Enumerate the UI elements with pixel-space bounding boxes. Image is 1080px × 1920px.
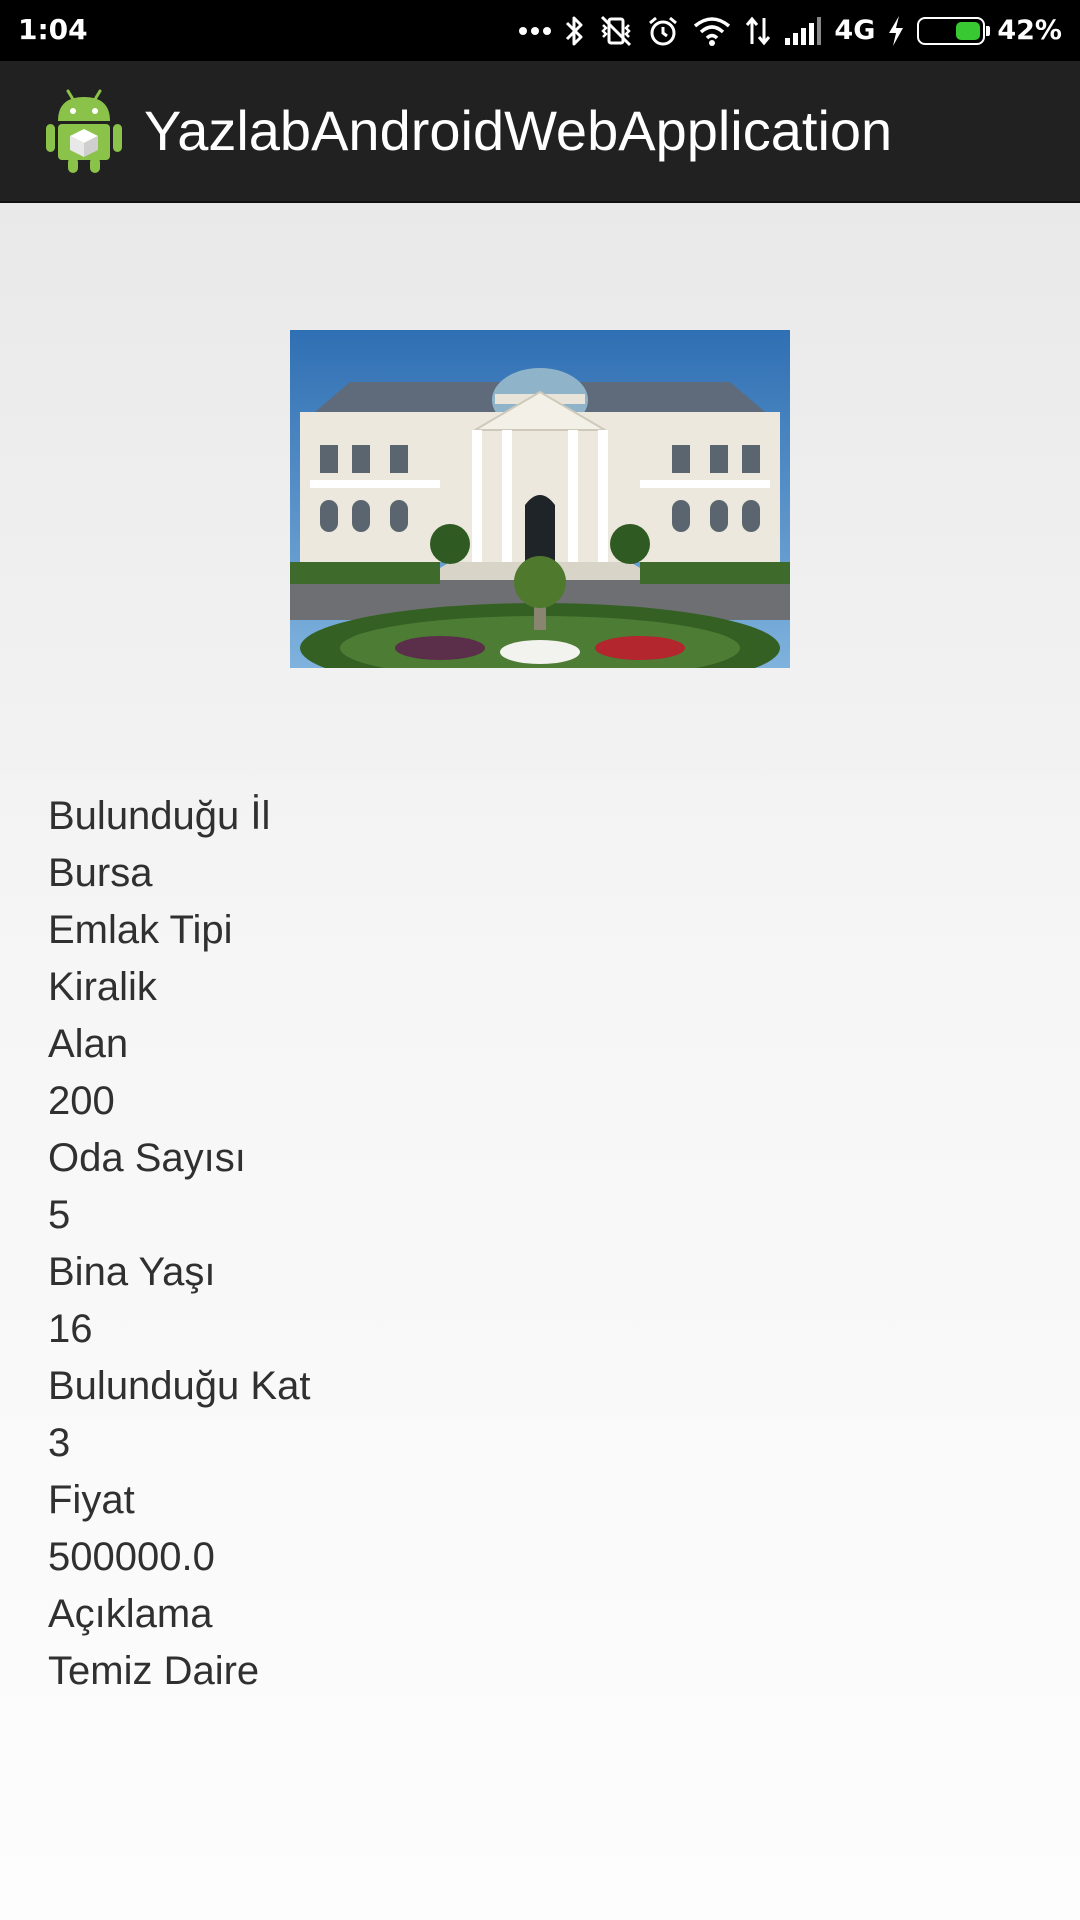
property-detail-content: Bulunduğu İl Bursa Emlak Tipi Kiralik Al…	[0, 203, 1080, 1920]
battery-percent: 42%	[997, 15, 1062, 46]
label-area: Alan	[48, 1022, 129, 1066]
bluetooth-icon	[564, 13, 586, 49]
vibrate-off-icon	[598, 13, 634, 49]
value-description: Temiz Daire	[48, 1649, 260, 1693]
label-floor: Bulunduğu Kat	[48, 1364, 311, 1408]
value-price: 500000.0	[48, 1535, 215, 1579]
label-room-count: Oda Sayısı	[48, 1136, 246, 1180]
action-bar: YazlabAndroidWebApplication	[0, 61, 1080, 203]
house-photo	[290, 330, 790, 693]
status-bar: 1:04 4G 42%	[0, 0, 1080, 61]
label-description: Açıklama	[48, 1592, 213, 1636]
value-property-type: Kiralik	[48, 965, 157, 1009]
value-floor: 3	[48, 1421, 71, 1465]
battery-icon	[917, 16, 991, 45]
app-title: YazlabAndroidWebApplication	[144, 99, 893, 162]
signal-icon	[784, 13, 822, 49]
android-app-icon	[44, 87, 124, 175]
network-type-label: 4G	[834, 15, 876, 46]
property-details: Bulunduğu İl Bursa Emlak Tipi Kiralik Al…	[48, 788, 310, 1700]
battery-fill	[956, 21, 981, 40]
label-property-type: Emlak Tipi	[48, 908, 233, 952]
value-area: 200	[48, 1079, 115, 1123]
value-building-age: 16	[48, 1307, 93, 1351]
value-room-count: 5	[48, 1193, 71, 1237]
charging-icon	[887, 13, 905, 49]
label-building-age: Bina Yaşı	[48, 1250, 216, 1294]
label-price: Fiyat	[48, 1478, 135, 1522]
alarm-icon	[646, 13, 680, 49]
status-time: 1:04	[18, 13, 88, 46]
value-city: Bursa	[48, 851, 153, 895]
more-dots-icon	[518, 13, 552, 49]
label-city: Bulunduğu İl	[48, 794, 271, 838]
status-icons: 4G 42%	[518, 0, 1062, 61]
data-arrows-icon	[744, 13, 772, 49]
wifi-icon	[692, 13, 732, 49]
